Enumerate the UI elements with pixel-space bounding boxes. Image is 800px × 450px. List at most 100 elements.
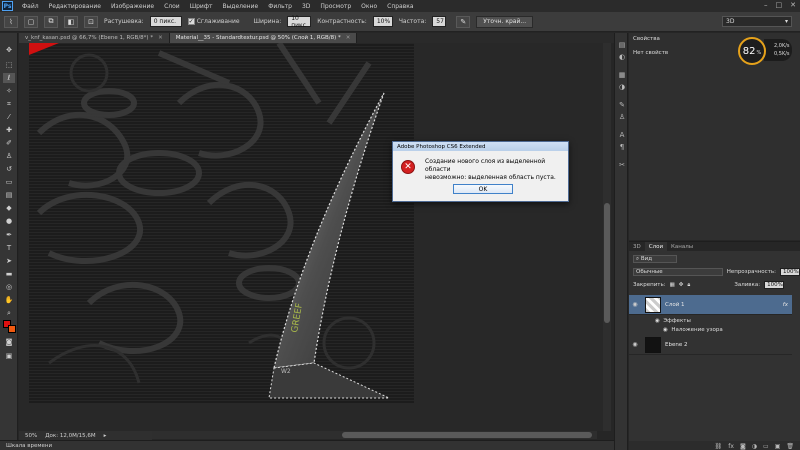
pen-pressure-icon[interactable]: ✎ [456, 15, 471, 28]
maximize-button[interactable]: □ [776, 1, 783, 9]
ok-button[interactable]: OK [453, 184, 513, 194]
eye-icon[interactable]: ◉ [629, 341, 641, 348]
move-tool-icon[interactable]: ✥ [3, 45, 15, 55]
effects-row[interactable]: ◉ Эффекты [629, 317, 792, 325]
brush-panel-icon[interactable]: ✎ [617, 101, 627, 109]
layer-name[interactable]: Ebene 2 [665, 342, 792, 348]
blur-tool-icon[interactable]: ◆ [3, 203, 15, 213]
screen-mode-icon[interactable]: ▣ [3, 351, 15, 361]
add-mask-icon[interactable]: ◙ [740, 443, 746, 450]
clone-source-icon[interactable]: ♙ [617, 113, 627, 121]
layer-row-sloy-1[interactable]: ◉ Слой 1 fx [629, 295, 792, 315]
hand-tool-icon[interactable]: ✋ [3, 295, 15, 305]
refine-edge-button[interactable]: Уточн. край... [476, 15, 534, 28]
magnetic-lasso-icon[interactable]: ⌇ [4, 15, 18, 28]
background-color-swatch[interactable] [8, 325, 16, 333]
checkbox-icon[interactable]: ✓ [187, 18, 195, 25]
layer-filter-select[interactable]: ⌕ Вид [633, 255, 677, 263]
minimize-button[interactable]: – [764, 1, 768, 9]
color-icon[interactable]: ◐ [617, 53, 627, 61]
vertical-scrollbar[interactable] [603, 43, 611, 431]
tool-presets-icon[interactable]: ✂ [617, 161, 627, 169]
history-brush-icon[interactable]: ↺ [3, 164, 15, 174]
contrast-input[interactable]: 10% [372, 16, 393, 27]
timeline-panel[interactable]: Шкала времени [0, 440, 614, 450]
intersect-selection-icon[interactable]: ⊡ [84, 15, 98, 28]
close-icon[interactable]: ✕ [158, 35, 163, 41]
horizontal-scroll-thumb[interactable] [342, 432, 592, 438]
menu-help[interactable]: Справка [382, 3, 418, 10]
layer-row-ebene-2[interactable]: ◉ Ebene 2 [629, 335, 792, 355]
zoom-tool-icon[interactable]: ⌕ [3, 308, 15, 318]
tab-material-35[interactable]: Material__35 - Standardtextur.psd @ 50% … [169, 33, 358, 43]
status-arrow-icon[interactable]: ▸ [104, 433, 107, 439]
tab-layers[interactable]: Слои [644, 242, 668, 251]
dodge-tool-icon[interactable]: ● [3, 216, 15, 226]
shape-tool-icon[interactable]: ▬ [3, 269, 15, 279]
fx-icon[interactable]: fx [728, 443, 734, 450]
adjustment-layer-icon[interactable]: ◑ [752, 443, 757, 450]
tab-knife-kasan[interactable]: v_knf_kasan.psd @ 66,7% (Ebene 1, RGB/8*… [19, 33, 170, 43]
fx-badge[interactable]: fx [783, 302, 788, 308]
new-layer-icon[interactable]: ▣ [775, 443, 781, 450]
menu-file[interactable]: Файл [17, 3, 44, 10]
stamp-tool-icon[interactable]: ♙ [3, 151, 15, 161]
character-icon[interactable]: A [617, 131, 627, 139]
eyedropper-tool-icon[interactable]: ⁄ [3, 112, 15, 122]
menu-window[interactable]: Окно [356, 3, 382, 10]
subtract-selection-icon[interactable]: ◧ [64, 15, 78, 28]
width-input[interactable]: 10 пикс [287, 15, 312, 29]
zoom-level[interactable]: 50% [25, 433, 37, 439]
layer-name[interactable]: Слой 1 [665, 302, 783, 308]
overlay-eye-icon[interactable]: ◉ [663, 327, 668, 333]
add-selection-icon[interactable]: ⧉ [44, 15, 58, 28]
brush-tool-icon[interactable]: ✐ [3, 138, 15, 148]
effects-eye-icon[interactable]: ◉ [655, 318, 660, 324]
menu-select[interactable]: Выделение [217, 3, 263, 10]
lock-all-icon[interactable]: 🔒︎ [687, 282, 690, 289]
document-canvas[interactable]: GREEF W2 [29, 43, 414, 403]
history-icon[interactable]: ▤ [617, 41, 627, 49]
gradient-tool-icon[interactable]: ▤ [3, 190, 15, 200]
menu-edit[interactable]: Редактирование [44, 3, 106, 10]
paragraph-icon[interactable]: ¶ [617, 143, 627, 151]
canvas-area[interactable]: GREEF W2 [19, 43, 603, 431]
menu-view[interactable]: Просмотр [315, 3, 356, 10]
link-layers-icon[interactable]: ⛓ [715, 443, 723, 450]
3d-tool-icon[interactable]: ◎ [3, 282, 15, 292]
pattern-overlay-row[interactable]: ◉ Наложение узора [629, 326, 792, 334]
type-tool-icon[interactable]: T [3, 243, 15, 253]
menu-filter[interactable]: Фильтр [263, 3, 297, 10]
antialias-option[interactable]: ✓ Сглаживание [187, 18, 240, 25]
eye-icon[interactable]: ◉ [629, 301, 641, 308]
tab-channels[interactable]: Каналы [667, 242, 697, 251]
close-window-button[interactable]: ✕ [790, 1, 796, 9]
menu-layers[interactable]: Слои [159, 3, 185, 10]
quick-select-tool-icon[interactable]: ✧ [3, 86, 15, 96]
swatches-icon[interactable]: ▦ [617, 71, 627, 79]
marquee-tool-icon[interactable]: ⬚ [3, 60, 15, 70]
frequency-input[interactable]: 57 [432, 16, 447, 27]
tab-3d[interactable]: 3D [629, 242, 645, 251]
lock-pixels-icon[interactable]: ▦ [670, 282, 675, 288]
lock-position-icon[interactable]: ✥ [679, 282, 684, 288]
blend-mode-select[interactable]: Обычные [633, 268, 723, 276]
delete-layer-icon[interactable]: 🗑︎ [786, 443, 794, 450]
adjustments-icon[interactable]: ◑ [617, 83, 627, 91]
crop-tool-icon[interactable]: ⌗ [3, 99, 15, 109]
horizontal-scrollbar[interactable] [152, 431, 597, 439]
pen-tool-icon[interactable]: ✒ [3, 230, 15, 240]
eraser-tool-icon[interactable]: ▭ [3, 177, 15, 187]
menu-type[interactable]: Шрифт [185, 3, 218, 10]
menu-image[interactable]: Изображение [106, 3, 159, 10]
new-selection-icon[interactable]: ▢ [24, 15, 38, 28]
close-icon[interactable]: ✕ [346, 35, 351, 41]
opacity-input[interactable]: 100% [780, 268, 800, 276]
new-group-icon[interactable]: ▭ [763, 443, 769, 450]
path-select-tool-icon[interactable]: ➤ [3, 256, 15, 266]
vertical-scroll-thumb[interactable] [604, 203, 610, 323]
workspace-select[interactable]: 3D ▾ [722, 16, 792, 27]
feather-input[interactable]: 0 пикс. [149, 16, 182, 27]
healing-tool-icon[interactable]: ✚ [3, 125, 15, 135]
fill-input[interactable]: 100% [764, 281, 785, 289]
